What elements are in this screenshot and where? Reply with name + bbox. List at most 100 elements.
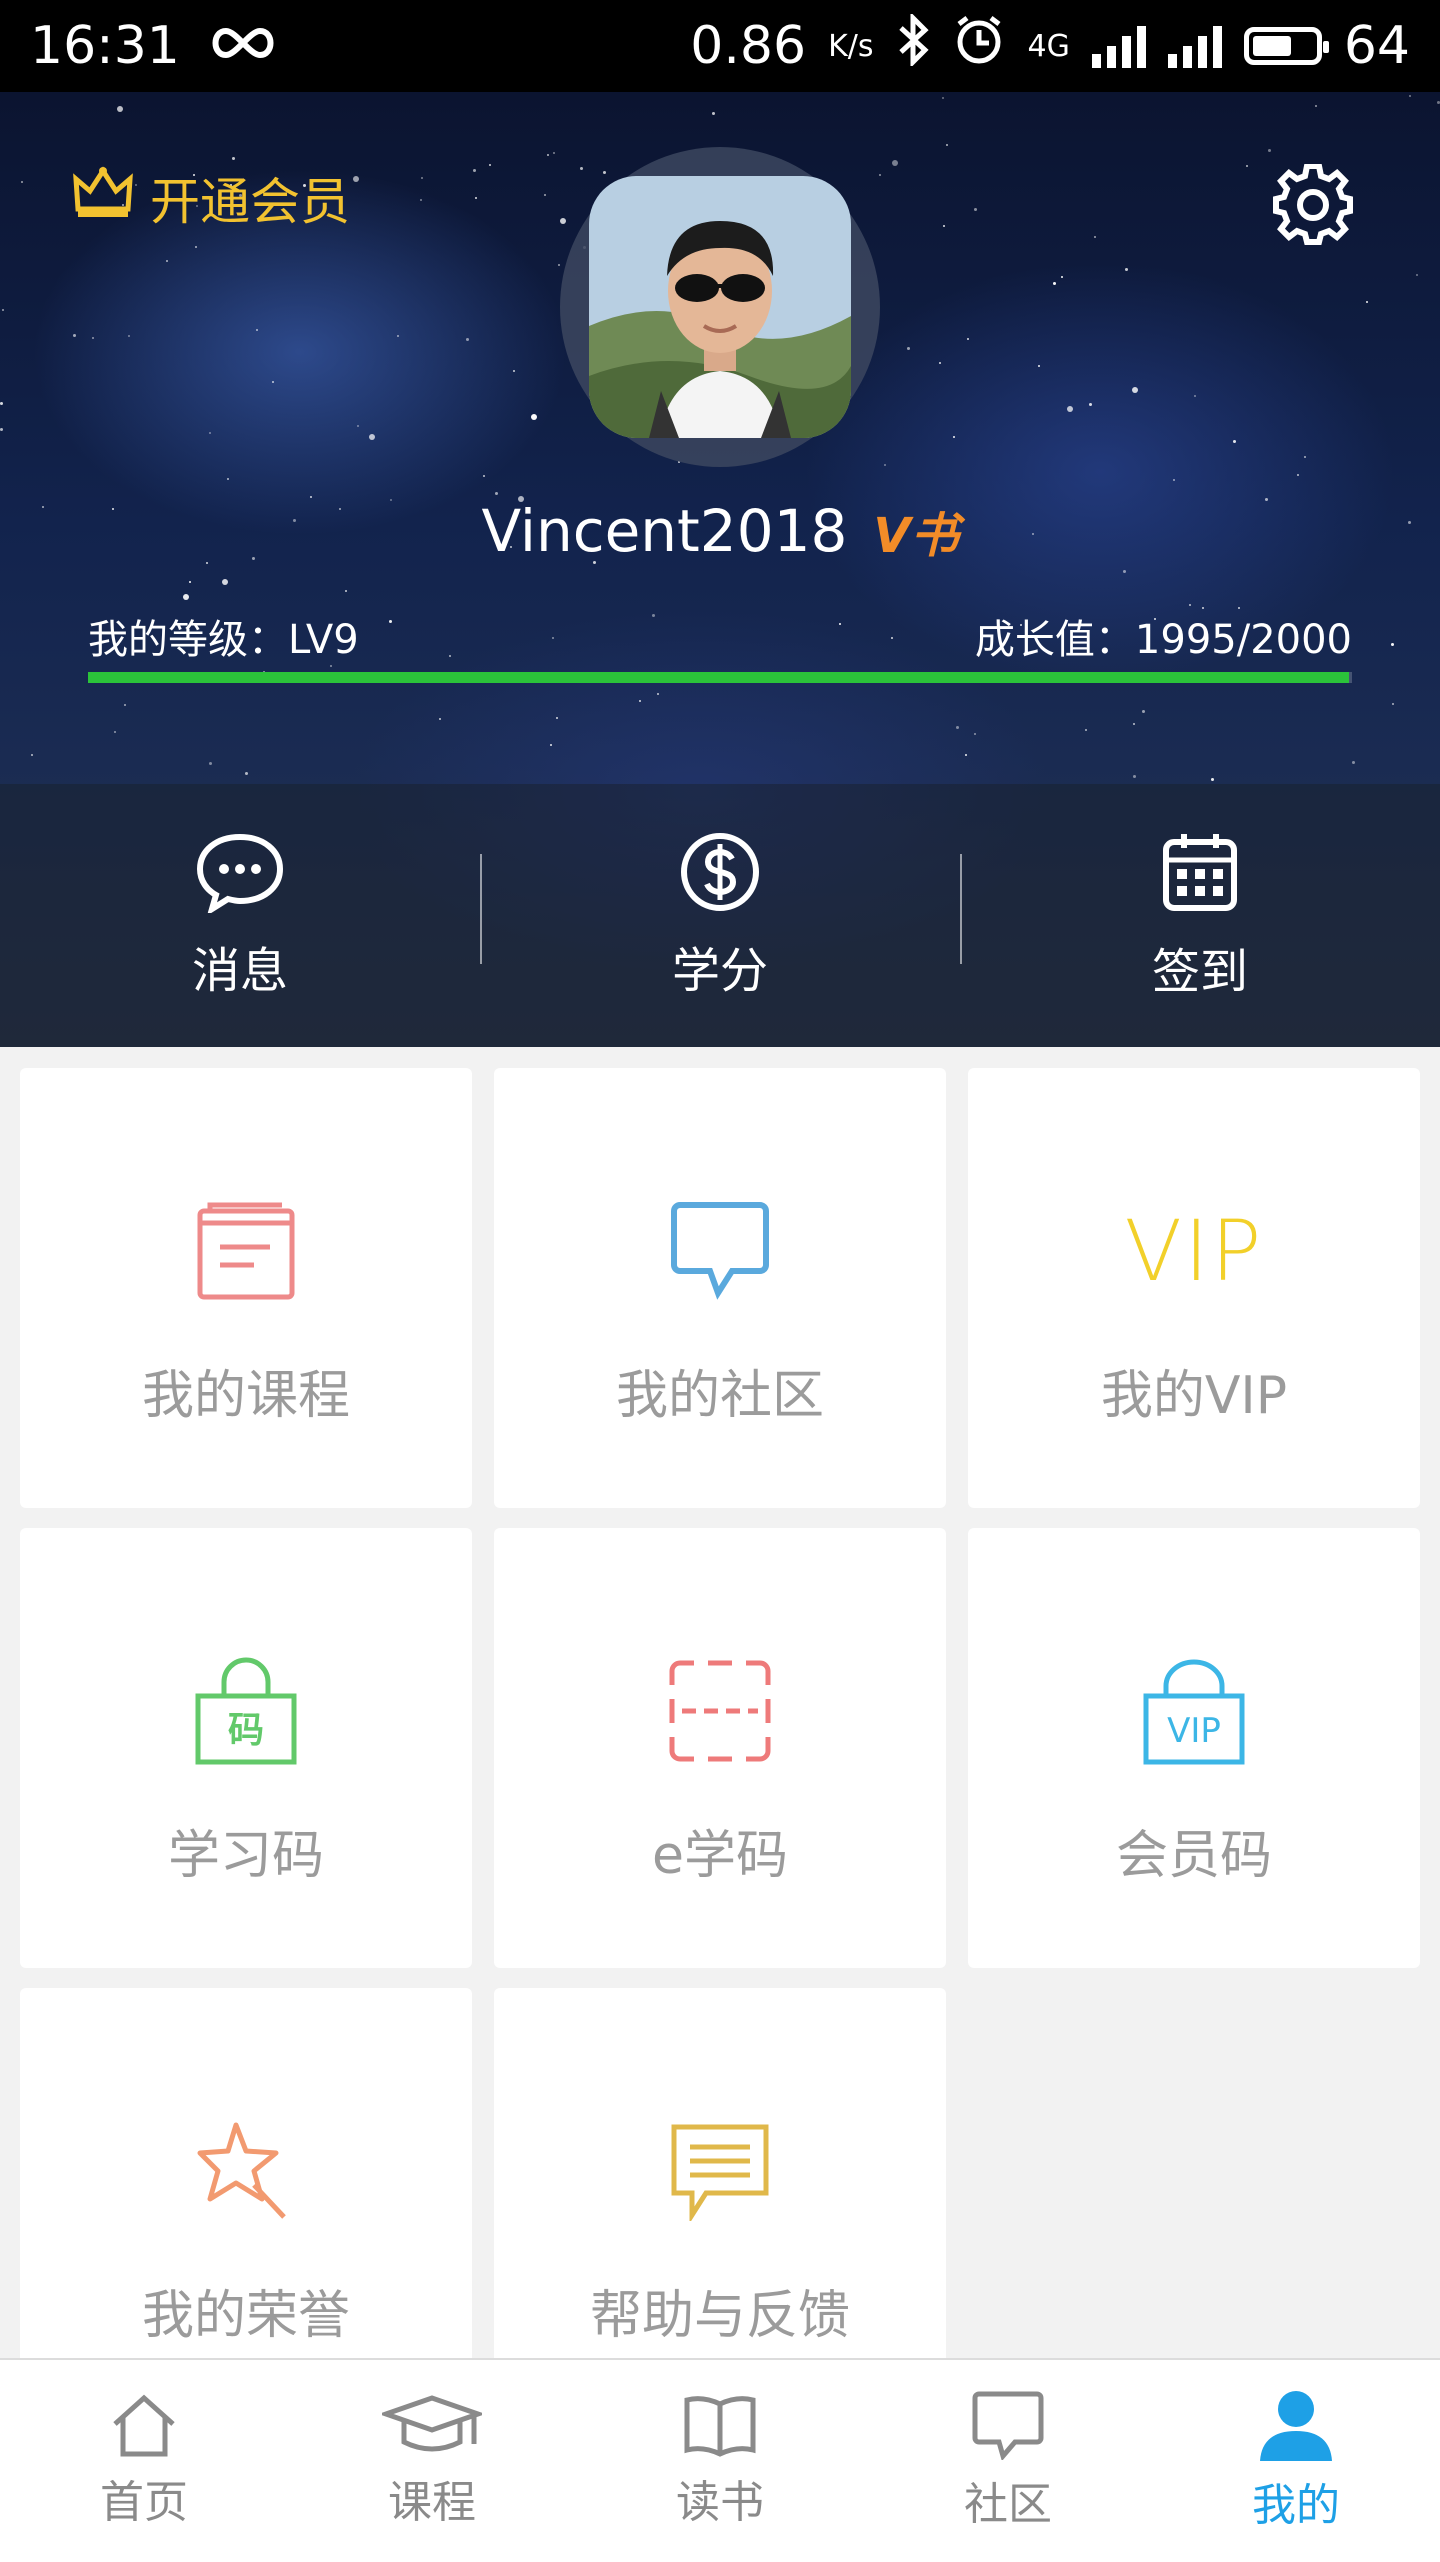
- star-dot: [1352, 761, 1355, 764]
- star-dot: [92, 337, 94, 339]
- username: Vincent2018: [481, 497, 848, 565]
- star-dot: [357, 425, 359, 427]
- checkin-button[interactable]: 签到: [960, 784, 1440, 1047]
- star-dot: [466, 338, 469, 341]
- star-dot: [974, 733, 976, 735]
- star-dot: [495, 492, 498, 495]
- star-dot: [389, 620, 392, 623]
- my-courses-card[interactable]: 我的课程: [20, 1068, 472, 1508]
- star-dot: [1133, 775, 1136, 778]
- my-vip-card[interactable]: VIP 我的VIP: [968, 1068, 1420, 1508]
- star-dot: [946, 144, 948, 146]
- star-dot: [195, 246, 197, 248]
- bluetooth-icon: [895, 11, 931, 79]
- e-study-code-card[interactable]: e学码: [494, 1528, 946, 1968]
- nav-mine[interactable]: 我的: [1152, 2360, 1440, 2562]
- status-bar: 16:31 0.86 K/s 4G 64: [0, 0, 1440, 92]
- avatar[interactable]: [589, 176, 851, 438]
- settings-button[interactable]: [1272, 163, 1354, 246]
- star-dot: [222, 579, 228, 585]
- star-dot: [1123, 570, 1126, 573]
- study-code-card[interactable]: 码 学习码: [20, 1528, 472, 1968]
- checkin-label: 签到: [1151, 943, 1248, 1000]
- vip-bag-icon: VIP: [1094, 1656, 1294, 1766]
- star-dot: [1142, 710, 1145, 713]
- star-dot: [531, 414, 537, 420]
- star-dot: [2, 309, 4, 311]
- member-code-card[interactable]: VIP 会员码: [968, 1528, 1420, 1968]
- my-honors-label: 我的荣誉: [141, 2286, 350, 2346]
- star-dot: [31, 754, 33, 756]
- credits-button[interactable]: 学分: [480, 784, 960, 1047]
- status-time: 16:31: [30, 16, 180, 76]
- star-dot: [544, 194, 546, 196]
- star-dot: [558, 264, 560, 266]
- star-dot: [1173, 479, 1175, 481]
- star-dot: [21, 181, 23, 183]
- star-dot: [556, 717, 558, 719]
- star-dot: [421, 177, 423, 179]
- signal-icon: [1091, 24, 1146, 68]
- star-dot: [580, 167, 583, 170]
- star-dot: [550, 744, 552, 746]
- star-dot: [652, 614, 655, 617]
- star-dot: [489, 164, 491, 166]
- calendar-icon: [1163, 833, 1237, 911]
- graduation-cap-icon: [382, 2395, 482, 2452]
- star-dot: [884, 464, 886, 466]
- feedback-icon: [620, 2116, 820, 2226]
- bottom-nav: 首页 课程 读书 社区 我的: [0, 2358, 1440, 2562]
- nav-courses[interactable]: 课程: [288, 2360, 576, 2562]
- scan-icon: [620, 1656, 820, 1766]
- level-text: 我的等级：LV9: [88, 617, 359, 663]
- star-dot: [353, 176, 359, 182]
- star-dot: [209, 432, 211, 434]
- star-dot: [1211, 778, 1214, 781]
- alarm-icon: [953, 14, 1005, 79]
- growth-text: 成长值：1995/2000: [974, 617, 1352, 663]
- star-dot: [967, 338, 969, 340]
- network-type: 4G: [1027, 28, 1070, 64]
- star-dot: [603, 171, 606, 174]
- star-dot: [449, 655, 451, 657]
- battery-icon: [1243, 27, 1329, 65]
- star-dot: [639, 700, 641, 702]
- nav-community[interactable]: 社区: [864, 2360, 1152, 2562]
- avatar-frame[interactable]: [560, 147, 880, 467]
- dollar-circle-icon: [681, 832, 759, 911]
- star-dot: [1067, 406, 1073, 412]
- star-dot: [942, 97, 944, 99]
- open-vip-button[interactable]: 开通会员: [72, 162, 350, 234]
- my-community-card[interactable]: 我的社区: [494, 1068, 946, 1508]
- signal-icon-2: [1167, 24, 1222, 68]
- growth-progress-bar: [88, 672, 1349, 683]
- star-dot: [117, 106, 123, 112]
- nav-reading-label: 读书: [676, 2477, 764, 2528]
- star-dot: [547, 154, 549, 156]
- star-dot: [166, 260, 168, 262]
- star-dot: [183, 594, 189, 600]
- nav-mine-label: 我的: [1252, 2480, 1340, 2531]
- profile-header: 开通会员 Vincent2018 V书 我的等级：LV9 成长值：1995/20…: [0, 92, 1440, 1047]
- nav-home-label: 首页: [100, 2477, 188, 2528]
- nav-home[interactable]: 首页: [0, 2360, 288, 2562]
- star-dot: [1133, 723, 1135, 725]
- star-dot: [1094, 236, 1096, 238]
- star-dot: [1132, 387, 1138, 393]
- star-dot: [892, 160, 898, 166]
- speech-bubble-icon: [620, 1196, 820, 1306]
- credits-label: 学分: [671, 942, 768, 999]
- star-dot: [1194, 395, 1196, 397]
- star-dot: [272, 381, 274, 383]
- nav-courses-label: 课程: [388, 2477, 476, 2528]
- vip-bag-icon-text: VIP: [1167, 1711, 1221, 1751]
- nav-reading[interactable]: 读书: [576, 2360, 864, 2562]
- star-dot: [483, 475, 485, 477]
- open-vip-label: 开通会员: [150, 173, 350, 231]
- messages-button[interactable]: 消息: [0, 784, 480, 1047]
- star-dot: [1409, 95, 1411, 97]
- star-dot: [1085, 729, 1087, 731]
- star-dot: [1053, 282, 1056, 285]
- my-vip-label: 我的VIP: [1100, 1366, 1288, 1426]
- star-dot: [1268, 149, 1271, 152]
